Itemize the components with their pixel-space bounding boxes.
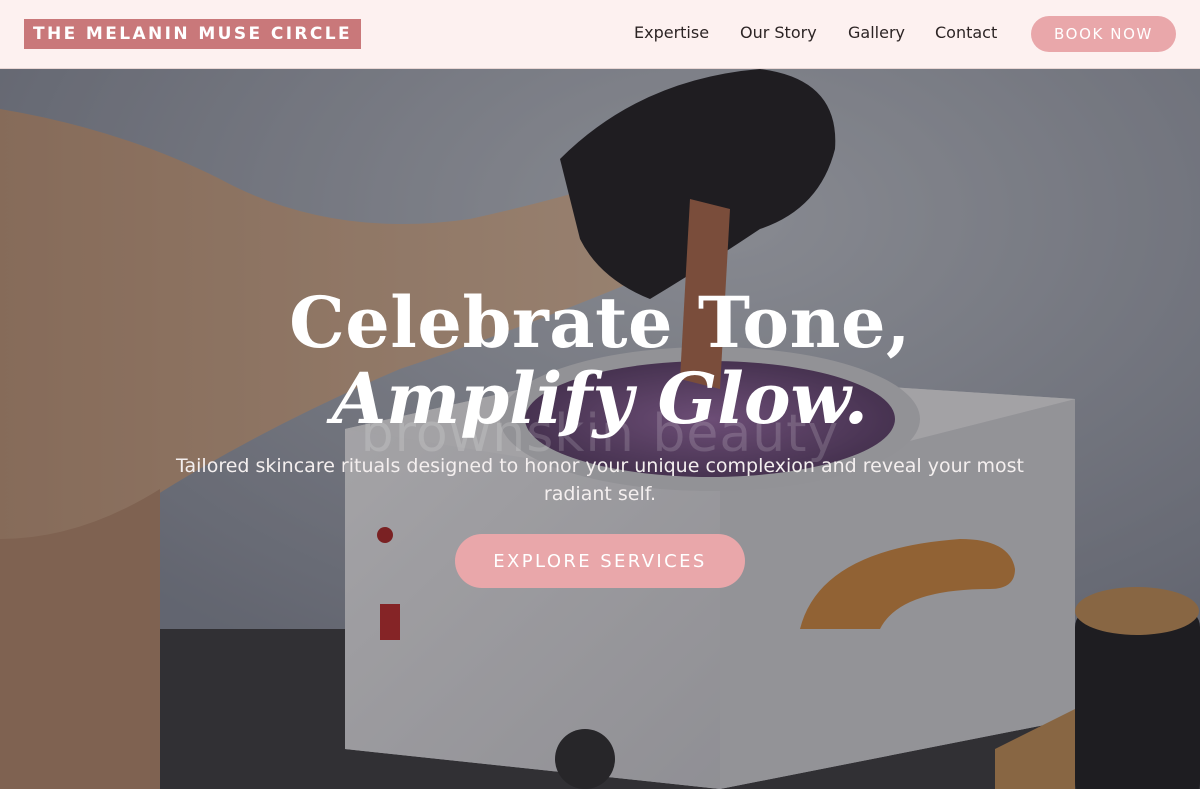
hero-title-line-1: Celebrate Tone, [289, 281, 911, 364]
book-now-button[interactable]: BOOK NOW [1031, 16, 1176, 52]
nav-link-expertise[interactable]: Expertise [634, 23, 709, 42]
site-header: THE MELANIN MUSE CIRCLE Expertise Our St… [0, 0, 1200, 69]
page-bottom-edge [0, 789, 1200, 800]
hero-subtitle: Tailored skincare rituals designed to ho… [176, 455, 1024, 505]
hero-title-line-2: Amplify Glow. [331, 357, 869, 440]
nav-link-contact[interactable]: Contact [935, 23, 997, 42]
nav-link-our-story[interactable]: Our Story [740, 23, 817, 42]
main-nav: Expertise Our Story Gallery Contact [0, 0, 1200, 69]
hero-title: Celebrate Tone, Amplify Glow. [0, 284, 1200, 436]
nav-link-gallery[interactable]: Gallery [848, 23, 905, 42]
explore-services-button[interactable]: EXPLORE SERVICES [455, 534, 745, 588]
